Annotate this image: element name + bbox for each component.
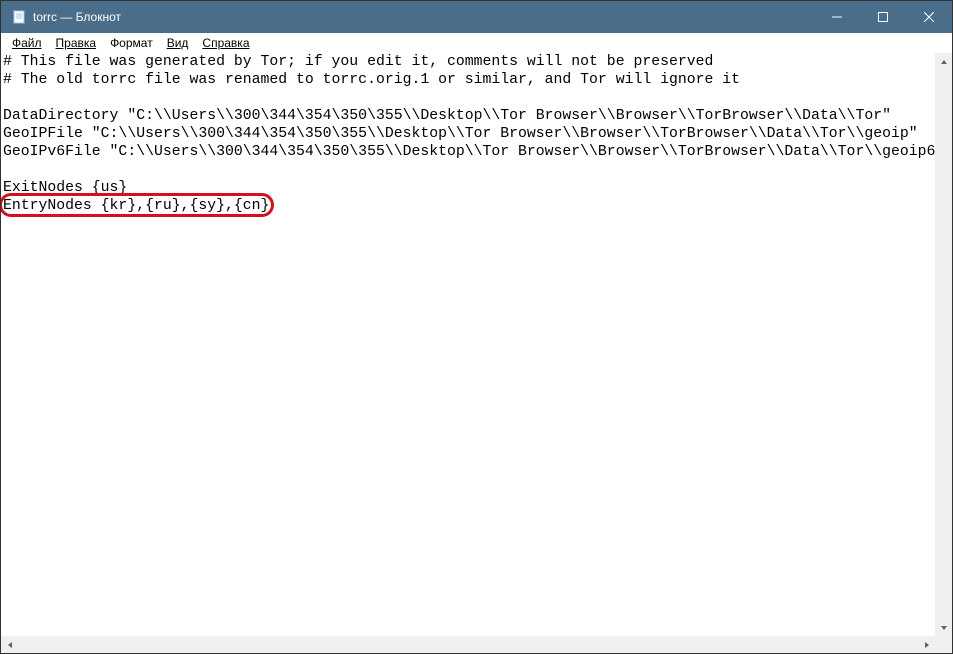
menu-file[interactable]: Файл <box>5 35 49 51</box>
menu-format[interactable]: Формат <box>103 35 160 51</box>
notepad-icon <box>11 9 27 25</box>
text-line[interactable]: GeoIPv6File "C:\\Users\\300\344\354\350\… <box>3 143 950 161</box>
text-line[interactable] <box>3 161 950 179</box>
text-line[interactable]: EntryNodes {kr},{ru},{sy},{cn} <box>3 197 950 215</box>
text-line[interactable]: # The old torrc file was renamed to torr… <box>3 71 950 89</box>
text-line[interactable]: GeoIPFile "C:\\Users\\300\344\354\350\35… <box>3 125 950 143</box>
scrollbar-corner <box>935 636 952 653</box>
vertical-scrollbar[interactable] <box>935 53 952 636</box>
menu-help[interactable]: Справка <box>195 35 256 51</box>
window-title: torrc — Блокнот <box>33 10 121 24</box>
window-controls <box>814 1 952 33</box>
maximize-button[interactable] <box>860 1 906 33</box>
menubar: Файл Правка Формат Вид Справка <box>1 33 952 53</box>
editor-container: # This file was generated by Tor; if you… <box>1 53 952 653</box>
menu-edit[interactable]: Правка <box>49 35 104 51</box>
scroll-left-button[interactable] <box>1 636 18 653</box>
text-line[interactable] <box>3 89 950 107</box>
scroll-up-button[interactable] <box>935 53 952 70</box>
vertical-scroll-track[interactable] <box>935 70 952 619</box>
minimize-button[interactable] <box>814 1 860 33</box>
text-line[interactable]: # This file was generated by Tor; if you… <box>3 53 950 71</box>
text-editor[interactable]: # This file was generated by Tor; if you… <box>1 53 952 653</box>
close-button[interactable] <box>906 1 952 33</box>
menu-view[interactable]: Вид <box>160 35 196 51</box>
text-line[interactable]: ExitNodes {us} <box>3 179 950 197</box>
notepad-window: torrc — Блокнот Файл Правка Формат Вид С… <box>1 1 952 653</box>
scroll-down-button[interactable] <box>935 619 952 636</box>
horizontal-scroll-track[interactable] <box>18 636 918 653</box>
text-line[interactable]: DataDirectory "C:\\Users\\300\344\354\35… <box>3 107 950 125</box>
horizontal-scrollbar[interactable] <box>1 636 935 653</box>
scroll-right-button[interactable] <box>918 636 935 653</box>
titlebar[interactable]: torrc — Блокнот <box>1 1 952 33</box>
